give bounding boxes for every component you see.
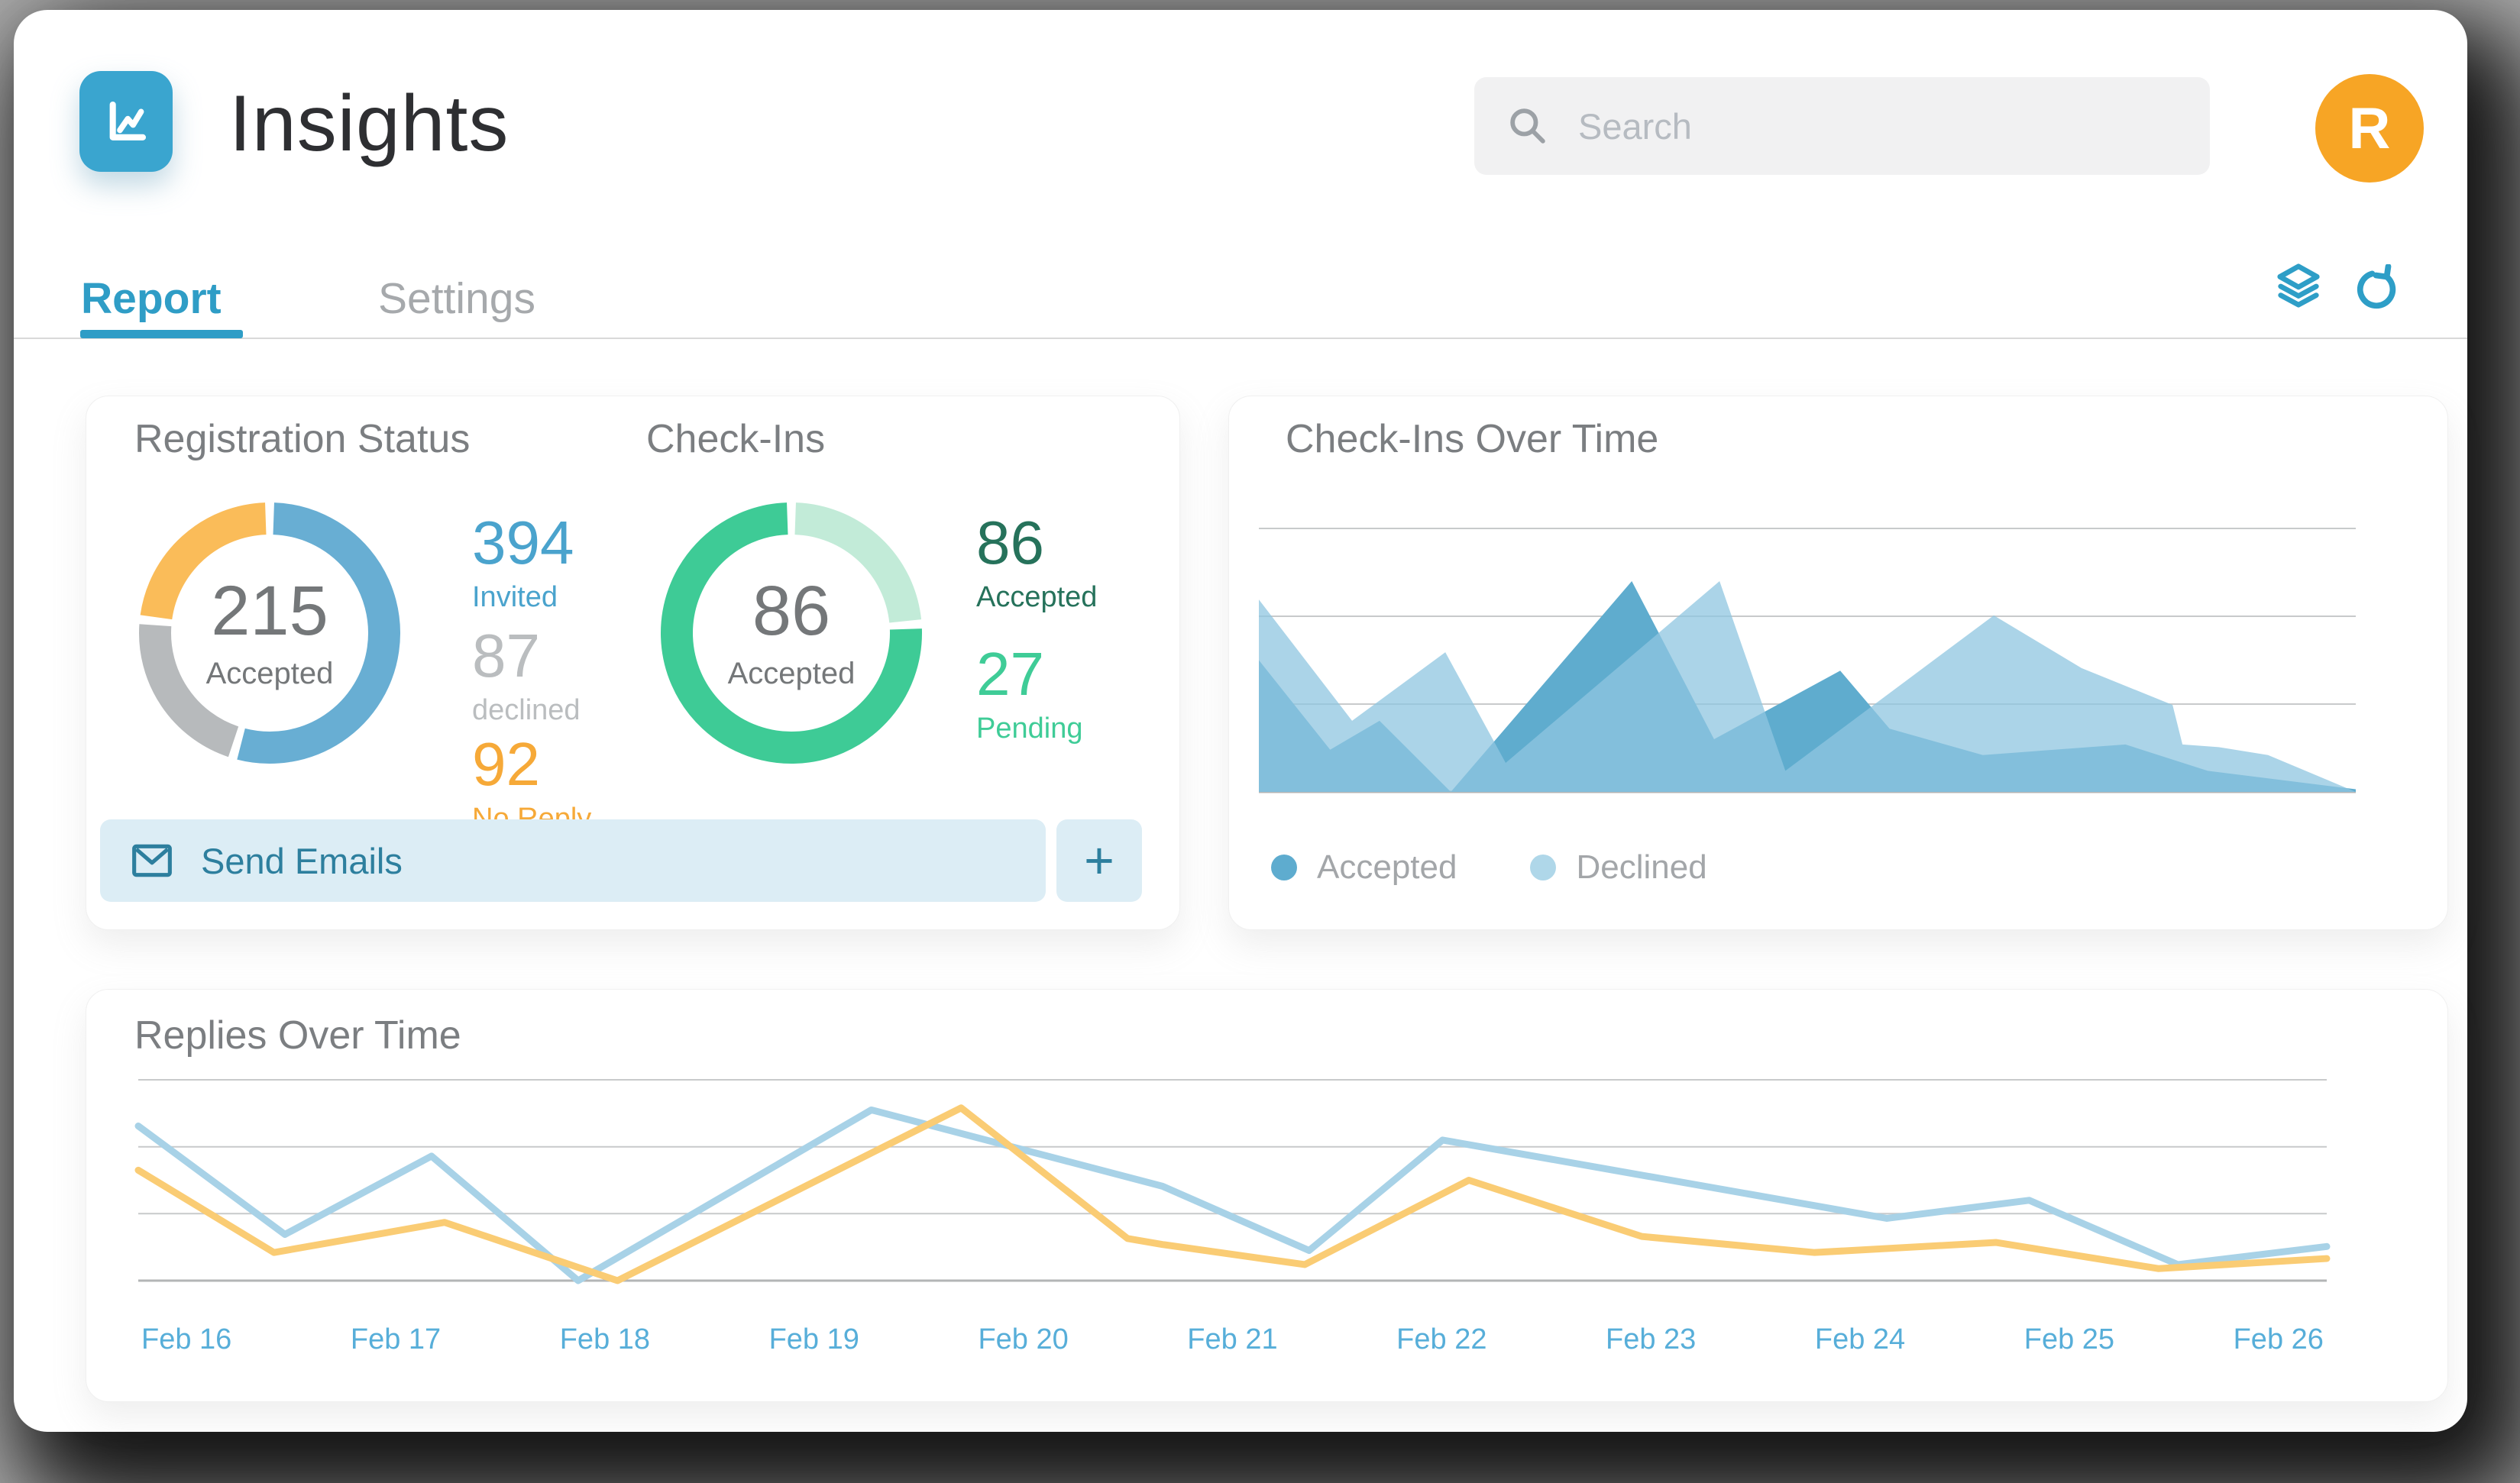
checkins-over-time-card: Check-Ins Over Time Accepted Declined [1228, 396, 2448, 930]
stat-invited-value: 394 [472, 512, 574, 573]
stat-checkins-accepted: 86 Accepted [976, 512, 1097, 614]
chart-legend: Accepted Declined [1271, 848, 1707, 887]
tab-settings[interactable]: Settings [378, 273, 535, 324]
replies-over-time-card: Replies Over Time Feb 16Feb 17Feb 18Feb … [86, 989, 2448, 1402]
registration-donut-label: Accepted [206, 657, 334, 691]
replies-line-chart [138, 1079, 2327, 1281]
x-axis-label: Feb 20 [978, 1323, 1068, 1356]
stat-no-reply-value: 92 [472, 734, 591, 795]
x-axis-label: Feb 17 [351, 1323, 441, 1356]
x-axis-label: Feb 16 [141, 1323, 231, 1356]
stat-checkins-accepted-value: 86 [976, 512, 1097, 573]
checkins-donut-label: Accepted [728, 657, 856, 691]
app-window: Insights Search R Report Settings Regist… [14, 10, 2467, 1432]
legend-dot-accepted [1271, 855, 1297, 880]
layers-icon[interactable] [2275, 262, 2322, 309]
avatar[interactable]: R [2315, 74, 2424, 183]
send-emails-label: Send Emails [201, 840, 403, 882]
x-axis-label: Feb 24 [1815, 1323, 1905, 1356]
legend-label-accepted: Accepted [1317, 848, 1457, 887]
legend-dot-declined [1530, 855, 1556, 880]
legend-item-declined: Declined [1530, 848, 1706, 887]
plus-icon: + [1084, 831, 1114, 890]
checkins-area-chart [1259, 528, 2356, 793]
stat-checkins-pending-value: 27 [976, 644, 1082, 705]
legend-item-accepted: Accepted [1271, 848, 1457, 887]
checkins-over-time-title: Check-Ins Over Time [1286, 416, 1658, 462]
tabs-divider [14, 338, 2467, 339]
chart-line-icon [98, 93, 154, 150]
avatar-initial: R [2349, 95, 2391, 162]
send-emails-button[interactable]: Send Emails [100, 819, 1046, 902]
checkins-donut-value: 86 [752, 576, 830, 646]
stat-checkins-pending-label: Pending [976, 712, 1082, 745]
insights-logo-icon [79, 71, 173, 172]
x-axis-label: Feb 26 [2234, 1323, 2324, 1356]
stat-declined-label: declined [472, 694, 581, 727]
x-axis-label: Feb 22 [1396, 1323, 1486, 1356]
refresh-icon[interactable] [2353, 264, 2400, 312]
search-icon [1506, 105, 1549, 147]
x-axis-label: Feb 23 [1606, 1323, 1696, 1356]
x-axis: Feb 16 Feb 17 Feb 18 Feb 19 Feb 20 Feb 21 Feb … [138, 1323, 2327, 1356]
x-axis-label: Feb 19 [769, 1323, 859, 1356]
registration-donut-chart: 215 Accepted [128, 492, 411, 774]
x-axis-label: Feb 18 [560, 1323, 650, 1356]
stat-declined: 87 declined [472, 625, 581, 727]
page-title: Insights [229, 79, 509, 170]
registration-donut-value: 215 [211, 576, 328, 646]
replies-over-time-title: Replies Over Time [134, 1013, 461, 1058]
active-tab-indicator [80, 330, 243, 338]
registration-status-title: Registration Status [134, 416, 470, 462]
search-input[interactable]: Search [1474, 77, 2210, 175]
stat-declined-value: 87 [472, 625, 581, 687]
registration-status-card: Registration Status Check-Ins 215 Accept… [86, 396, 1180, 930]
envelope-icon [131, 842, 173, 880]
legend-label-declined: Declined [1576, 848, 1706, 887]
checkins-title: Check-Ins [646, 416, 825, 462]
stat-checkins-accepted-label: Accepted [976, 581, 1097, 614]
stat-invited: 394 Invited [472, 512, 574, 614]
stat-invited-label: Invited [472, 581, 574, 614]
search-placeholder: Search [1578, 105, 1692, 147]
checkins-donut-chart: 86 Accepted [650, 492, 933, 774]
add-button[interactable]: + [1056, 819, 1142, 902]
x-axis-label: Feb 25 [2024, 1323, 2114, 1356]
stat-checkins-pending: 27 Pending [976, 644, 1082, 745]
tab-report[interactable]: Report [81, 273, 222, 324]
x-axis-label: Feb 21 [1187, 1323, 1277, 1356]
